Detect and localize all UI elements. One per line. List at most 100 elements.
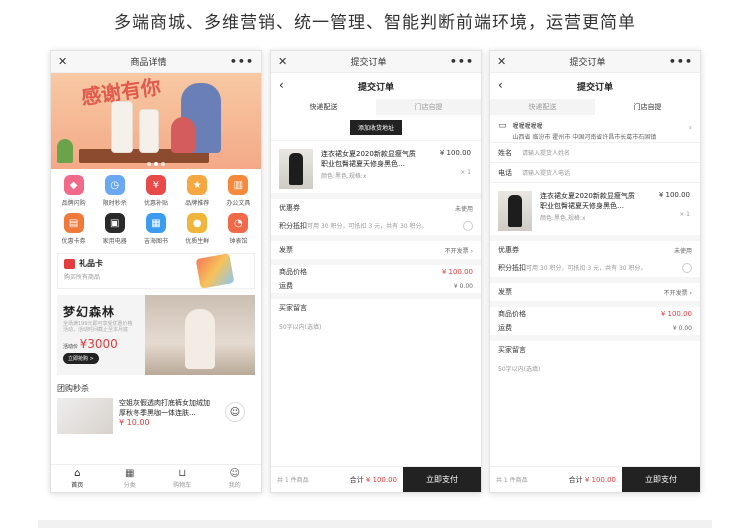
promo-photo: [145, 295, 255, 375]
bottom-divider: [38, 520, 712, 528]
category-item[interactable]: ● 优质生鲜: [177, 213, 218, 245]
name-field[interactable]: 姓名 请输入提货人姓名: [490, 143, 700, 163]
tab-pickup[interactable]: 门店自提: [376, 99, 481, 115]
nav-row: ‹ 提交订单: [271, 73, 481, 99]
tab-delivery[interactable]: 快递配送: [271, 99, 376, 115]
category-item[interactable]: ¥ 优惠补贴: [135, 175, 176, 207]
tab-home[interactable]: ⌂ 首页: [51, 465, 104, 492]
goods-price-row: 商品价格 ¥ 100.00: [498, 310, 692, 318]
clock-face-icon: ◔: [228, 213, 249, 233]
gift-card[interactable]: 礼品卡 购买所有商品: [57, 253, 255, 289]
tab-pickup[interactable]: 门店自提: [595, 99, 700, 115]
shipping-row: 运费 ¥ 0.00: [498, 324, 692, 332]
total: 合计 ¥ 100.00: [349, 475, 397, 484]
category-item[interactable]: ▤ 优惠卡券: [53, 213, 94, 245]
close-icon[interactable]: ✕: [278, 55, 287, 68]
category-label: 家用电器: [102, 238, 127, 245]
pay-button[interactable]: 立即支付: [622, 466, 700, 492]
product-qty: × 1: [679, 211, 690, 218]
points-row: 积分抵扣可用 30 积分，可抵扣 3 元，共有 30 积分。: [271, 217, 481, 235]
category-label: 吉海图书: [143, 238, 168, 245]
close-icon[interactable]: ✕: [58, 55, 67, 68]
points-radio[interactable]: [463, 221, 473, 231]
gift-icon: [64, 258, 75, 269]
goods-price-row: 商品价格 ¥ 100.00: [279, 268, 473, 276]
tab-bar: ⌂ 首页 ▦ 分类 ⊔ 购物车 ☺ 我的: [51, 464, 261, 492]
coupon-row[interactable]: 优惠券 未使用: [490, 241, 700, 259]
category-item[interactable]: ◔ 钟表馆: [218, 213, 259, 245]
coupon-row[interactable]: 优惠券 未使用: [271, 199, 481, 217]
product-image: [57, 398, 113, 434]
grid-icon: ▦: [125, 468, 135, 479]
checkout-bar: 共 1 件商品 合计 ¥ 100.00 立即支付: [490, 466, 700, 492]
invoice-row[interactable]: 发票 不开发票 ›: [271, 241, 481, 259]
close-icon[interactable]: ✕: [497, 55, 506, 68]
customer-service-icon[interactable]: ☺: [225, 402, 245, 422]
category-item[interactable]: ▥ 办公文具: [218, 175, 259, 207]
message-label: 买家留言: [279, 304, 307, 312]
add-address-button[interactable]: 添加收货地址: [349, 120, 402, 135]
order-item: 连衣裙女夏2020新款显瘦气质职业包臀裙夏天修身黑色… 颜色:黑色,规格:x ¥…: [490, 183, 700, 241]
invoice-row[interactable]: 发票 不开发票 ›: [490, 283, 700, 301]
promo-price: 活动价 ¥3000: [63, 337, 118, 351]
window-title: 提交订单: [350, 58, 387, 68]
child-illustration: [171, 117, 195, 153]
back-icon[interactable]: ‹: [279, 78, 284, 92]
clock-icon: ◷: [104, 175, 125, 195]
category-label: 办公文具: [226, 200, 251, 207]
delivery-tabs: 快递配送 门店自提: [271, 99, 481, 115]
points-radio[interactable]: [682, 263, 692, 273]
promo-desc: 全场满199元即可享受优惠价格活动，活动时间截止至本月底: [63, 321, 133, 333]
product-price: ¥ 100.00: [439, 149, 471, 157]
category-label: 优质生鲜: [185, 238, 210, 245]
promo-button[interactable]: 立即抢购 >: [63, 353, 99, 364]
category-item[interactable]: ▣ 家用电器: [94, 213, 135, 245]
carousel-dots[interactable]: [147, 162, 165, 166]
back-icon[interactable]: ‹: [498, 78, 503, 92]
cup-illustration: [111, 101, 133, 153]
title-bar: ✕ 商品详情 •••: [51, 51, 261, 73]
product-spec: 颜色:黑色,规格:x: [321, 173, 367, 180]
cup-illustration: [139, 109, 159, 153]
title-bar: ✕ 提交订单 •••: [490, 51, 700, 73]
gift-art: [195, 253, 235, 289]
tab-delivery[interactable]: 快递配送: [490, 99, 595, 115]
tab-category[interactable]: ▦ 分类: [104, 465, 157, 492]
seckill-item[interactable]: 空姐灰假透肉打底裤女加绒加厚秋冬季黑咖一体连肤… ¥ 10.00 ☺: [57, 398, 255, 434]
tab-mine[interactable]: ☺ 我的: [209, 465, 262, 492]
appliance-icon: ▣: [104, 213, 125, 233]
star-icon: ★: [187, 175, 208, 195]
item-count: 共 1 件商品: [496, 477, 528, 484]
store-icon: ▭: [498, 121, 507, 131]
more-icon[interactable]: •••: [450, 55, 474, 68]
more-icon[interactable]: •••: [669, 55, 693, 68]
phone-field[interactable]: 电话 请输入提货人电话: [490, 163, 700, 183]
category-item[interactable]: ▦ 吉海图书: [135, 213, 176, 245]
product-name: 空姐灰假透肉打底裤女加绒加厚秋冬季黑咖一体连肤…: [119, 399, 210, 417]
store-name: 喔喔喔喔喔: [512, 123, 543, 130]
chevron-right-icon: ›: [688, 123, 692, 132]
tab-cart[interactable]: ⊔ 购物车: [156, 465, 209, 492]
banner[interactable]: 感谢有你: [51, 73, 261, 169]
pay-button[interactable]: 立即支付: [403, 466, 481, 492]
phone-order-delivery: ✕ 提交订单 ••• ‹ 提交订单 快递配送 门店自提 添加收货地址 连衣裙女夏…: [270, 50, 482, 493]
message-input[interactable]: 50字以内(选填): [490, 359, 700, 377]
more-icon[interactable]: •••: [230, 55, 254, 68]
ticket-icon: ▤: [63, 213, 84, 233]
category-label: 钟表馆: [229, 238, 248, 245]
product-spec: 颜色:黑色,规格:x: [540, 215, 586, 222]
promo-banner[interactable]: 梦幻森林 全场满199元即可享受优惠价格活动，活动时间截止至本月底 活动价 ¥3…: [57, 295, 255, 375]
product-price: ¥ 10.00: [119, 418, 150, 427]
store-select[interactable]: ▭ 喔喔喔喔喔 山西省 临汾市 霍州市 中国河南省许昌市长葛市石固镇 ›: [490, 115, 700, 143]
plant-illustration: [57, 139, 73, 163]
category-item[interactable]: ★ 品牌推荐: [177, 175, 218, 207]
category-grid: ◆ 品牌闪购 ◷ 限时秒杀 ¥ 优惠补贴 ★ 品牌推荐 ▥ 办公文具 ▤ 优惠卡券 ▣ 家用电…: [51, 169, 261, 247]
promo-title: 梦幻森林: [63, 305, 116, 319]
fruit-icon: ●: [187, 213, 208, 233]
user-icon: ☺: [229, 468, 240, 479]
category-item[interactable]: ◆ 品牌闪购: [53, 175, 94, 207]
shipping-row: 运费 ¥ 0.00: [279, 282, 473, 290]
message-input[interactable]: 50字以内(选填): [271, 317, 481, 335]
category-item[interactable]: ◷ 限时秒杀: [94, 175, 135, 207]
message-label: 买家留言: [498, 346, 526, 354]
